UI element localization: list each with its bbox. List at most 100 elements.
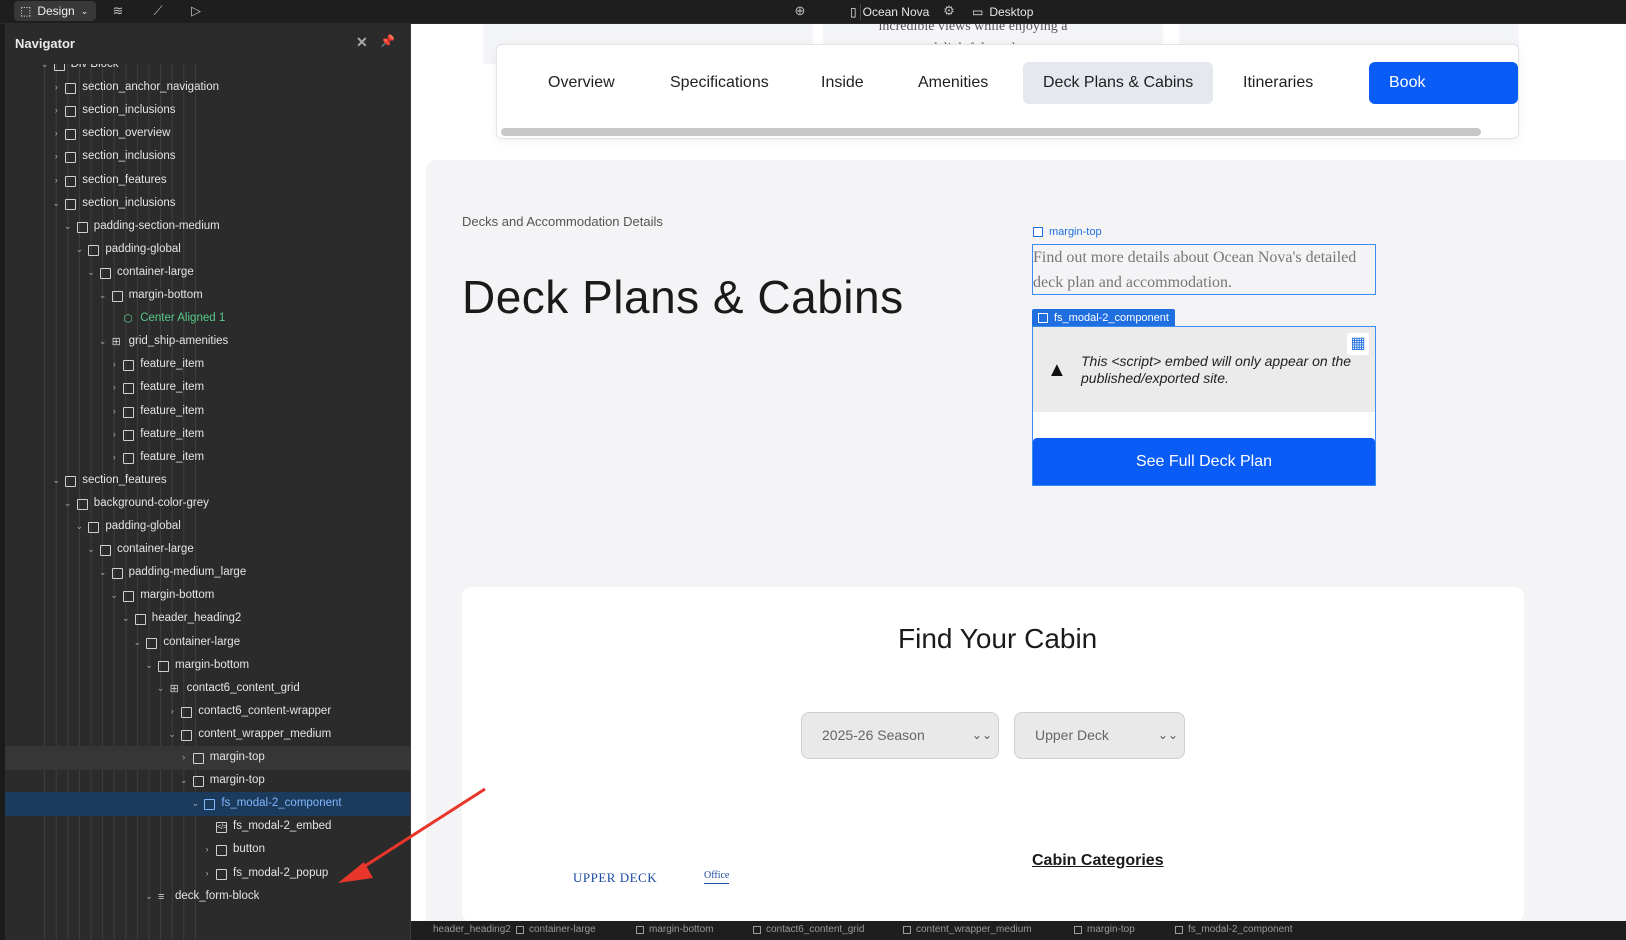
chevron-down-icon[interactable]: ⌄ <box>98 290 108 300</box>
chevron-right-icon[interactable]: › <box>109 406 119 416</box>
tab-inside[interactable]: Inside <box>801 62 884 104</box>
navigator-row[interactable]: ⌄ ⊞ contact6_content_grid <box>5 677 410 701</box>
navigator-row[interactable]: ⌄ padding-global <box>5 238 410 262</box>
chevron-down-icon[interactable]: ⌄ <box>86 267 96 277</box>
chevron-down-icon[interactable]: ⌄ <box>98 336 108 346</box>
navigator-row[interactable]: ⌄ container-large <box>5 261 410 285</box>
navigator-row[interactable]: ⌄ section_inclusions <box>5 192 410 216</box>
chevron-right-icon[interactable]: › <box>109 452 119 462</box>
pin-icon[interactable]: 📌 <box>380 34 395 48</box>
chevron-down-icon[interactable]: ⌄ <box>156 683 166 693</box>
chevron-down-icon[interactable]: ⌄ <box>86 544 96 554</box>
navigator-row[interactable]: › margin-top <box>5 746 410 770</box>
navigator-row[interactable]: › section_inclusions <box>5 145 410 169</box>
navigator-row[interactable]: › section_inclusions <box>5 99 410 123</box>
navigator-row[interactable]: ⌄ container-large <box>5 631 410 655</box>
breadcrumb-item[interactable]: header_heading2 <box>433 924 511 935</box>
navigator-row[interactable]: ⌄ fs_modal-2_component <box>5 792 410 817</box>
navigator-row[interactable]: › button <box>5 838 410 862</box>
navigator-row[interactable]: ⌄ padding-medium_large <box>5 561 410 585</box>
tab-specifications[interactable]: Specifications <box>650 62 789 104</box>
database-icon[interactable]: ≋ <box>110 3 126 19</box>
chevron-down-icon[interactable]: ⌄ <box>144 891 154 901</box>
chevron-right-icon[interactable]: › <box>167 706 177 716</box>
script-embed-placeholder[interactable]: ▲ This <script> embed will only appear o… <box>1033 327 1375 412</box>
margin-top-tag[interactable]: margin-top <box>1033 226 1102 238</box>
chevron-down-icon[interactable]: ⌄ <box>190 798 200 808</box>
navigator-row[interactable]: ⌄ ⊞ grid_ship-amenities <box>5 330 410 354</box>
navigator-row[interactable]: </> fs_modal-2_embed <box>5 815 410 839</box>
breadcrumb-item[interactable]: margin-top <box>1074 924 1135 935</box>
close-icon[interactable]: ✕ <box>356 34 368 51</box>
page-selector[interactable]: ▯ Ocean Nova <box>850 0 929 24</box>
chevron-down-icon[interactable]: ⌄ <box>51 475 61 485</box>
chevron-down-icon[interactable]: ⌄ <box>63 498 73 508</box>
horizontal-scrollbar[interactable] <box>501 128 1481 136</box>
chevron-down-icon[interactable]: ⌄ <box>121 613 131 623</box>
chevron-right-icon[interactable]: › <box>51 105 61 115</box>
viewport-selector[interactable]: ▭ Desktop <box>972 0 1033 24</box>
chevron-down-icon[interactable]: ⌄ <box>109 590 119 600</box>
chevron-down-icon[interactable]: ⌄ <box>74 244 84 254</box>
fs-component-tag[interactable]: fs_modal-2_component <box>1032 309 1175 326</box>
navigator-row[interactable]: ⌄ margin-bottom <box>5 284 410 308</box>
breadcrumb-item[interactable]: container-large <box>516 924 596 935</box>
chevron-right-icon[interactable]: › <box>51 151 61 161</box>
navigator-row[interactable]: ⬡ Center Aligned 1 <box>5 307 410 331</box>
breadcrumb-item[interactable]: margin-bottom <box>636 924 713 935</box>
navigator-row[interactable]: › feature_item <box>5 423 410 447</box>
navigator-row[interactable]: › feature_item <box>5 353 410 377</box>
navigator-row[interactable]: › feature_item <box>5 376 410 400</box>
chevron-down-icon[interactable]: ⌄ <box>40 64 50 69</box>
navigator-row[interactable]: ⌄ section_features <box>5 469 410 493</box>
chevron-right-icon[interactable]: › <box>51 82 61 92</box>
play-icon[interactable]: ▷ <box>188 3 204 19</box>
navigator-row[interactable]: ⌄ Div Block <box>5 64 410 77</box>
globe-icon[interactable]: ⊕ <box>792 3 808 19</box>
navigator-row[interactable]: ⌄ margin-bottom <box>5 654 410 678</box>
navigator-row[interactable]: › section_features <box>5 169 410 193</box>
edit-embed-icon[interactable]: ▦ <box>1347 333 1369 355</box>
navigator-row[interactable]: › section_overview <box>5 122 410 146</box>
navigator-row[interactable]: ⌄ padding-global <box>5 515 410 539</box>
tab-amenities[interactable]: Amenities <box>898 62 1008 104</box>
see-full-deck-plan-button[interactable]: See Full Deck Plan <box>1033 438 1375 485</box>
chevron-down-icon[interactable]: ⌄ <box>98 567 108 577</box>
navigator-row[interactable]: › contact6_content-wrapper <box>5 700 410 724</box>
navigator-row[interactable]: ⌄ margin-bottom <box>5 584 410 608</box>
deck-select[interactable]: Upper Deck ⌄⌄ <box>1014 712 1185 759</box>
chevron-right-icon[interactable]: › <box>109 382 119 392</box>
chevron-down-icon[interactable]: ⌄ <box>167 729 177 739</box>
chevron-down-icon[interactable]: ⌄ <box>144 660 154 670</box>
chevron-right-icon[interactable]: › <box>109 359 119 369</box>
tab-deck-plans-cabins[interactable]: Deck Plans & Cabins <box>1023 62 1214 104</box>
navigator-row[interactable]: › fs_modal-2_popup <box>5 862 410 886</box>
navigator-row[interactable]: › feature_item <box>5 446 410 470</box>
navigator-row[interactable]: ⌄ padding-section-medium <box>5 215 410 239</box>
chevron-down-icon[interactable]: ⌄ <box>74 521 84 531</box>
chevron-down-icon[interactable]: ⌄ <box>51 198 61 208</box>
navigator-row[interactable]: ⌄ margin-top <box>5 769 410 793</box>
chart-icon[interactable]: ⟋ <box>150 3 166 19</box>
navigator-row[interactable]: › feature_item <box>5 400 410 424</box>
chevron-right-icon[interactable]: › <box>202 868 212 878</box>
chevron-down-icon[interactable]: ⌄ <box>132 637 142 647</box>
chevron-right-icon[interactable]: › <box>109 429 119 439</box>
navigator-row[interactable]: › section_anchor_navigation <box>5 76 410 100</box>
chevron-down-icon[interactable]: ⌄ <box>179 775 189 785</box>
chevron-down-icon[interactable]: ⌄ <box>63 221 73 231</box>
breadcrumb-item[interactable]: fs_modal-2_component <box>1175 924 1293 935</box>
breadcrumb-item[interactable]: contact6_content_grid <box>753 924 864 935</box>
navigator-row[interactable]: ⌄ content_wrapper_medium <box>5 723 410 747</box>
navigator-row[interactable]: ⌄ ≡ deck_form-block <box>5 885 410 909</box>
navigator-row[interactable]: ⌄ background-color-grey <box>5 492 410 516</box>
breadcrumb-item[interactable]: content_wrapper_medium <box>903 924 1032 935</box>
tab-overview[interactable]: Overview <box>528 62 635 104</box>
fs-modal-component[interactable]: ▲ This <script> embed will only appear o… <box>1032 326 1376 486</box>
book-expedition-button[interactable]: Book expedition <box>1369 62 1518 133</box>
navigator-row[interactable]: ⌄ header_heading2 <box>5 607 410 631</box>
chevron-right-icon[interactable]: › <box>51 175 61 185</box>
chevron-right-icon[interactable]: › <box>179 752 189 762</box>
deck-description[interactable]: Find out more details about Ocean Nova's… <box>1032 244 1376 295</box>
gear-icon[interactable]: ⚙ <box>941 3 957 19</box>
